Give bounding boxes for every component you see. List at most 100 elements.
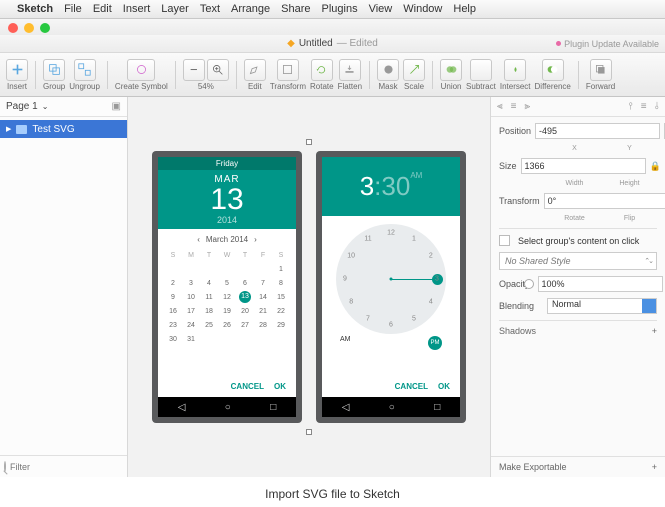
artboard-datepicker[interactable]: Friday MAR 13 2014 ‹March 2014› SMTWTFS1…	[152, 151, 302, 423]
calendar-day[interactable]	[236, 262, 254, 276]
add-export-button[interactable]: +	[652, 462, 657, 472]
zoom-window-button[interactable]	[40, 23, 50, 33]
clock-hour[interactable]: 12	[387, 230, 395, 237]
menu-edit[interactable]: Edit	[93, 3, 112, 15]
calendar-day[interactable]	[272, 332, 290, 346]
menu-help[interactable]: Help	[453, 3, 476, 15]
calendar-day[interactable]	[200, 262, 218, 276]
create-symbol-button[interactable]	[127, 59, 155, 81]
subtract-button[interactable]	[470, 59, 492, 81]
alignment-tabs[interactable]: ⫷ ≡ ⫸ ⫯ ≡ ⫰	[491, 97, 665, 117]
flatten-button[interactable]	[339, 59, 361, 81]
calendar-day[interactable]: 9	[164, 290, 182, 304]
calendar-day[interactable]: 20	[236, 304, 254, 318]
clock-hour[interactable]: 4	[429, 299, 433, 306]
calendar-day[interactable]	[200, 332, 218, 346]
clock-hour[interactable]: 11	[364, 236, 371, 243]
clock-hour[interactable]: 7	[366, 315, 370, 322]
zoom-out-button[interactable]: −	[183, 59, 205, 81]
zoom-in-button[interactable]	[207, 59, 229, 81]
disclosure-triangle-icon[interactable]: ▶	[6, 125, 11, 133]
app-name[interactable]: Sketch	[17, 3, 53, 15]
cancel-button[interactable]: CANCEL	[231, 382, 264, 391]
forward-button[interactable]	[590, 59, 612, 81]
clock-hour[interactable]: 1	[412, 236, 416, 243]
artboard-timepicker[interactable]: 3:30AM 123456789101112 AM PM CANCEL	[316, 151, 466, 423]
calendar-day[interactable]	[254, 332, 272, 346]
home-icon[interactable]: ○	[389, 402, 395, 413]
shared-style-select[interactable]: No Shared Style	[499, 252, 657, 270]
recent-icon[interactable]: □	[270, 402, 276, 413]
difference-button[interactable]	[542, 59, 564, 81]
calendar-day[interactable]: 17	[182, 304, 200, 318]
calendar-day[interactable]: 13	[236, 290, 254, 304]
page-selector[interactable]: Page 1 ⌄ ▣	[0, 97, 127, 117]
align-left-icon[interactable]: ⫷	[497, 101, 503, 112]
align-bottom-icon[interactable]: ⫰	[655, 101, 659, 112]
filter-input[interactable]	[10, 462, 127, 472]
group-button[interactable]	[43, 59, 65, 81]
menu-window[interactable]: Window	[403, 3, 442, 15]
add-shadow-button[interactable]: +	[652, 326, 657, 336]
resize-handle-bottom[interactable]	[306, 429, 312, 435]
menu-insert[interactable]: Insert	[123, 3, 151, 15]
calendar-day[interactable]: 21	[254, 304, 272, 318]
calendar-day[interactable]: 26	[218, 318, 236, 332]
am-label[interactable]: AM	[340, 336, 351, 350]
lock-icon[interactable]: 🔒	[650, 161, 661, 172]
transform-button[interactable]	[277, 59, 299, 81]
calendar-day[interactable]: 22	[272, 304, 290, 318]
ok-button[interactable]: OK	[274, 382, 286, 391]
home-icon[interactable]: ○	[225, 402, 231, 413]
layer-item[interactable]: ▶ Test SVG	[0, 120, 127, 138]
page-options-icon[interactable]: ▣	[112, 101, 121, 112]
close-window-button[interactable]	[8, 23, 18, 33]
calendar-day[interactable]: 28	[254, 318, 272, 332]
resize-handle-top[interactable]	[306, 139, 312, 145]
clock-hour[interactable]: 2	[429, 253, 433, 260]
clock-hour[interactable]: 5	[412, 315, 416, 322]
calendar-day[interactable]	[182, 262, 200, 276]
cancel-button[interactable]: CANCEL	[395, 382, 428, 391]
calendar-day[interactable]: 27	[236, 318, 254, 332]
menu-share[interactable]: Share	[281, 3, 310, 15]
canvas[interactable]: Friday MAR 13 2014 ‹March 2014› SMTWTFS1…	[128, 97, 490, 477]
calendar-day[interactable]	[236, 332, 254, 346]
calendar-day[interactable]: 4	[200, 276, 218, 290]
menu-plugins[interactable]: Plugins	[322, 3, 358, 15]
clock-hour[interactable]: 3	[435, 276, 439, 283]
ok-button[interactable]: OK	[438, 382, 450, 391]
menu-view[interactable]: View	[369, 3, 393, 15]
width-input[interactable]	[521, 158, 646, 174]
menu-arrange[interactable]: Arrange	[231, 3, 270, 15]
calendar-day[interactable]: 24	[182, 318, 200, 332]
next-month-icon[interactable]: ›	[254, 235, 257, 244]
clock-face[interactable]: 123456789101112	[336, 224, 446, 334]
calendar-day[interactable]: 2	[164, 276, 182, 290]
calendar-day[interactable]: 5	[218, 276, 236, 290]
clock-hour[interactable]: 9	[343, 276, 347, 283]
calendar-day[interactable]: 25	[200, 318, 218, 332]
menu-text[interactable]: Text	[200, 3, 220, 15]
align-middle-icon[interactable]: ≡	[641, 101, 647, 112]
prev-month-icon[interactable]: ‹	[197, 235, 200, 244]
calendar-day[interactable]: 1	[272, 262, 290, 276]
rotate-input[interactable]	[544, 193, 665, 209]
calendar-day[interactable]: 23	[164, 318, 182, 332]
clock-hour[interactable]: 6	[389, 322, 393, 329]
ungroup-button[interactable]	[74, 59, 96, 81]
calendar-day[interactable]: 10	[182, 290, 200, 304]
clock-hour[interactable]: 8	[349, 299, 353, 306]
calendar-day[interactable]: 6	[236, 276, 254, 290]
union-button[interactable]	[440, 59, 462, 81]
calendar-day[interactable]: 3	[182, 276, 200, 290]
calendar-day[interactable]: 19	[218, 304, 236, 318]
recent-icon[interactable]: □	[434, 402, 440, 413]
position-x-input[interactable]	[535, 123, 660, 139]
clock-hand[interactable]	[391, 279, 437, 280]
calendar-day[interactable]: 11	[200, 290, 218, 304]
calendar-day[interactable]: 7	[254, 276, 272, 290]
align-right-icon[interactable]: ⫸	[524, 101, 530, 112]
scale-button[interactable]	[403, 59, 425, 81]
pm-label[interactable]: PM	[428, 336, 442, 350]
